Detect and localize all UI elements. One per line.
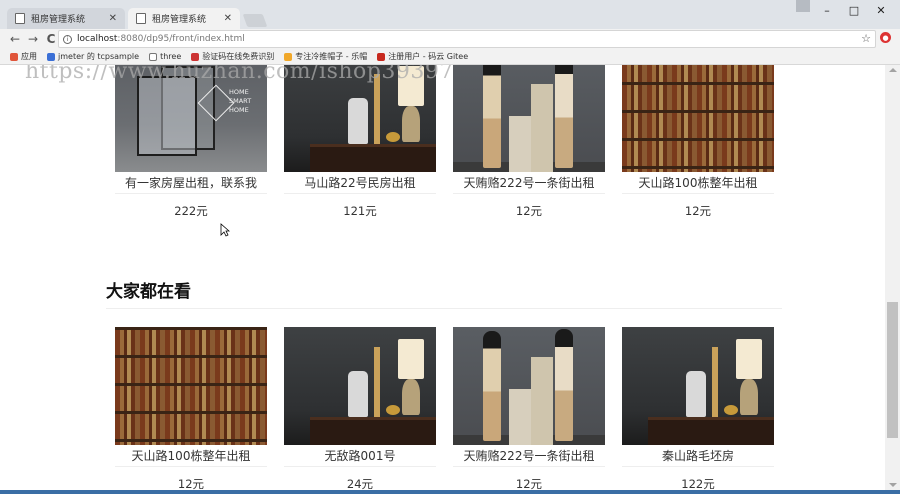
tab-close-icon[interactable]: ✕ [109, 13, 117, 24]
listing-title[interactable]: 天贿赂222号一条街出租 [453, 172, 605, 194]
listing-image[interactable] [453, 65, 605, 172]
close-window-button[interactable]: ✕ [870, 2, 892, 18]
scroll-up-icon[interactable] [889, 68, 897, 72]
listing-card[interactable]: 马山路22号民房出租 121元 [284, 65, 436, 219]
section-title: 大家都在看 [106, 282, 191, 302]
listing-card[interactable]: 天山路100栋整年出租 12元 [622, 65, 774, 219]
url-host: localhost [77, 34, 118, 44]
listing-price: 12元 [684, 204, 712, 218]
scrollbar-thumb[interactable] [887, 302, 898, 438]
listing-card[interactable]: 天贿赂222号一条街出租 12元 [453, 65, 605, 219]
bookmark-label: 验证码在线免费识别 [202, 52, 275, 61]
bookmark-captcha[interactable]: 验证码在线免费识别 [191, 51, 274, 62]
bookmark-star-icon[interactable]: ☆ [861, 32, 871, 45]
brand-text: HOME SMART HOME [229, 88, 252, 114]
listing-card[interactable]: HOME SMART HOME 有一家房屋出租，联系我 222元 [115, 65, 267, 219]
vertical-scrollbar[interactable] [885, 65, 900, 490]
listing-image[interactable] [284, 65, 436, 172]
listing-title[interactable]: 有一家房屋出租，联系我 [115, 172, 267, 194]
new-tab-button[interactable] [242, 14, 268, 27]
apps-grid-icon [10, 52, 18, 61]
listing-title[interactable]: 天贿赂222号一条街出租 [453, 445, 605, 467]
bookmark-jmeter[interactable]: jmeter 的 tcpsample [47, 51, 139, 62]
section-divider [106, 308, 782, 309]
listing-image[interactable] [622, 327, 774, 445]
mouse-cursor-icon [220, 223, 230, 237]
page-icon [149, 52, 158, 61]
listing-title[interactable]: 天山路100栋整年出租 [622, 172, 774, 194]
scroll-down-icon[interactable] [889, 483, 897, 487]
tab-title: 租房管理系统 [31, 15, 86, 25]
listing-card[interactable]: 秦山路毛坯房 122元 [622, 327, 774, 490]
page-icon [136, 13, 146, 24]
listing-title[interactable]: 天山路100栋整年出租 [115, 445, 267, 467]
page-viewport: https://www.huzhan.com/ishop39397 HOME SM… [0, 65, 885, 490]
listing-card[interactable]: 天贿赂222号一条街出租 12元 [453, 327, 605, 490]
extension-icon[interactable]: ● [880, 32, 891, 43]
listing-price: 222元 [174, 204, 208, 218]
listing-title[interactable]: 无敌路001号 [284, 445, 436, 467]
address-bar[interactable]: i localhost:8080/dp95/front/index.html ☆ [58, 30, 876, 48]
listing-price: 12元 [515, 204, 543, 218]
listing-image[interactable]: HOME SMART HOME [115, 65, 267, 172]
bookmark-apps[interactable]: 应用 [10, 51, 37, 62]
bookmark-label: jmeter 的 tcpsample [58, 52, 140, 61]
listing-card[interactable]: 无敌路001号 24元 [284, 327, 436, 490]
listing-image[interactable] [115, 327, 267, 445]
info-icon[interactable]: i [63, 34, 72, 44]
profile-icon[interactable] [796, 0, 810, 12]
listing-price: 121元 [343, 204, 377, 218]
forward-button[interactable]: → [24, 30, 42, 48]
browser-toolbar: ← → C i localhost:8080/dp95/front/index.… [0, 29, 900, 49]
bookmark-gitee[interactable]: 注册用户 - 码云 Gitee [377, 51, 468, 62]
listing-image[interactable] [622, 65, 774, 172]
browser-tab-2[interactable]: 租房管理系统 ✕ [128, 8, 240, 29]
bookmark-label: 专注冷推帽子 - 乐帽 [295, 52, 368, 61]
listing-image[interactable] [453, 327, 605, 445]
tab-close-icon[interactable]: ✕ [224, 13, 232, 24]
listing-price: 12元 [177, 477, 205, 490]
listing-image[interactable] [284, 327, 436, 445]
shield-icon [47, 52, 55, 61]
back-button[interactable]: ← [6, 30, 24, 48]
bookmark-label: 应用 [21, 52, 37, 61]
bookmark-label: three [160, 52, 182, 61]
listing-price: 122元 [681, 477, 715, 490]
url-path: :8080/dp95/front/index.html [117, 34, 245, 44]
page-icon [15, 13, 25, 24]
bookmark-hats[interactable]: 专注冷推帽子 - 乐帽 [284, 51, 367, 62]
site-icon [191, 52, 200, 61]
bookmarks-bar: 应用 jmeter 的 tcpsample three 验证码在线免费识别 专注… [0, 49, 900, 65]
minimize-button[interactable]: – [816, 2, 838, 18]
tab-title: 租房管理系统 [152, 15, 207, 25]
bookmark-label: 注册用户 - 码云 Gitee [388, 52, 469, 61]
gitee-icon [377, 52, 386, 61]
browser-tab-1[interactable]: 租房管理系统 ✕ [7, 8, 125, 29]
listing-card[interactable]: 天山路100栋整年出租 12元 [115, 327, 267, 490]
listing-title[interactable]: 马山路22号民房出租 [284, 172, 436, 194]
maximize-button[interactable]: □ [843, 2, 865, 18]
site-icon [284, 52, 293, 61]
listing-price: 24元 [346, 477, 374, 490]
listing-price: 12元 [515, 477, 543, 490]
bookmark-three[interactable]: three [149, 52, 181, 61]
tab-strip: 租房管理系统 ✕ 租房管理系统 ✕ – □ ✕ [0, 0, 900, 29]
taskbar-edge [0, 490, 900, 494]
listing-title[interactable]: 秦山路毛坯房 [622, 445, 774, 467]
